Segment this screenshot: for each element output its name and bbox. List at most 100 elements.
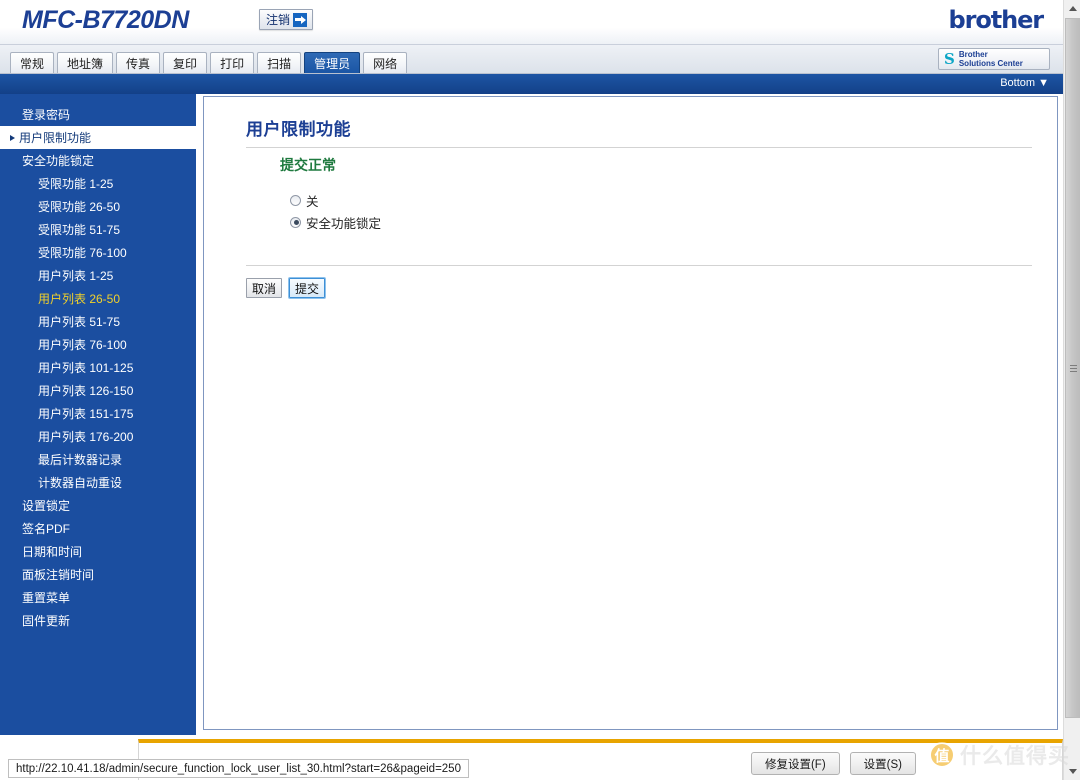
brother-logo: brother xyxy=(948,6,1045,34)
sidebar-item-2[interactable]: 安全功能锁定 xyxy=(0,149,196,172)
radio-button-icon[interactable] xyxy=(290,216,301,228)
sidebar-item-label: 用户列表 126-150 xyxy=(38,384,134,398)
scroll-up-icon[interactable] xyxy=(1064,0,1080,17)
sidebar-item-4[interactable]: 受限功能 26-50 xyxy=(0,195,196,218)
sidebar-item-3[interactable]: 受限功能 1-25 xyxy=(0,172,196,195)
sidebar-item-7[interactable]: 用户列表 1-25 xyxy=(0,264,196,287)
sidebar-item-5[interactable]: 受限功能 51-75 xyxy=(0,218,196,241)
cancel-button[interactable]: 取消 xyxy=(246,278,283,298)
sidebar-item-label: 面板注销时间 xyxy=(22,568,95,582)
tab-0[interactable]: 常规 xyxy=(10,52,55,73)
sidebar-item-14[interactable]: 用户列表 176-200 xyxy=(0,425,196,448)
sidebar-item-label: 最后计数器记录 xyxy=(38,453,123,467)
sidebar-item-17[interactable]: 设置锁定 xyxy=(0,494,196,517)
sidebar-item-21[interactable]: 重置菜单 xyxy=(0,586,196,609)
solutions-line-1: Brother xyxy=(958,50,988,59)
sidebar-item-label: 受限功能 76-100 xyxy=(38,246,127,260)
sidebar-item-12[interactable]: 用户列表 126-150 xyxy=(0,379,196,402)
sidebar-item-label: 签名PDF xyxy=(22,522,71,536)
tab-label: 扫描 xyxy=(267,56,292,71)
tab-2[interactable]: 传真 xyxy=(116,52,161,73)
tab-3[interactable]: 复印 xyxy=(163,52,208,73)
sidebar-item-label: 安全功能锁定 xyxy=(22,154,95,168)
tab-label: 传真 xyxy=(126,56,151,71)
triangle-right-icon xyxy=(10,134,15,141)
notification-buttons: 修复设置(F) 设置(S) xyxy=(750,752,916,775)
sidebar-item-label: 日期和时间 xyxy=(22,545,83,559)
settings-button[interactable]: 设置(S) xyxy=(849,752,916,775)
logout-label: 注销 xyxy=(266,13,291,27)
sidebar-item-6[interactable]: 受限功能 76-100 xyxy=(0,241,196,264)
sidebar-item-1[interactable]: 用户限制功能 xyxy=(0,126,196,149)
submit-button[interactable]: 提交 xyxy=(289,278,326,298)
bottom-anchor-link[interactable]: Bottom ▼ xyxy=(1000,77,1049,89)
app-header: MFC-B7720DN 注销 brother xyxy=(0,0,1063,45)
divider-bottom xyxy=(246,265,1032,266)
radio-label: 安全功能锁定 xyxy=(306,216,382,231)
tab-5[interactable]: 扫描 xyxy=(257,52,302,73)
tab-label: 地址簿 xyxy=(67,56,104,71)
sidebar: 登录密码用户限制功能安全功能锁定受限功能 1-25 受限功能 26-50 受限功能 … xyxy=(0,94,196,735)
blue-nav-bar: Bottom ▼ xyxy=(0,74,1063,94)
tab-label: 管理员 xyxy=(314,56,351,71)
status-bar-url: http://22.10.41.18/admin/secure_function… xyxy=(8,759,469,778)
sidebar-item-0[interactable]: 登录密码 xyxy=(0,103,196,126)
radio-option-1[interactable]: 安全功能锁定 xyxy=(290,211,381,233)
logout-button[interactable]: 注销 xyxy=(259,9,314,30)
arrow-right-icon xyxy=(293,12,308,27)
radio-label: 关 xyxy=(306,194,319,209)
sidebar-item-label: 重置菜单 xyxy=(22,591,71,605)
radio-button-icon[interactable] xyxy=(290,194,301,206)
sidebar-item-15[interactable]: 最后计数器记录 xyxy=(0,448,196,471)
action-row: 取消 提交 xyxy=(246,278,326,298)
sidebar-item-19[interactable]: 日期和时间 xyxy=(0,540,196,563)
tab-7[interactable]: 网络 xyxy=(363,52,408,73)
sidebar-item-label: 受限功能 1-25 xyxy=(38,177,114,191)
sidebar-item-label: 用户列表 1-25 xyxy=(38,269,114,283)
sidebar-item-10[interactable]: 用户列表 76-100 xyxy=(0,333,196,356)
tab-4[interactable]: 打印 xyxy=(210,52,255,73)
vertical-scrollbar[interactable] xyxy=(1063,0,1080,780)
sidebar-item-label: 用户列表 26-50 xyxy=(38,292,121,306)
sidebar-item-label: 用户列表 51-75 xyxy=(38,315,121,329)
screen: MFC-B7720DN 注销 brother 常规 地址簿 传真 复印 打印 扫描 管理员 网… xyxy=(0,0,1080,780)
sidebar-item-label: 设置锁定 xyxy=(22,499,71,513)
sidebar-item-label: 登录密码 xyxy=(22,108,71,122)
sidebar-item-22[interactable]: 固件更新 xyxy=(0,609,196,632)
brother-solutions-center-button[interactable]: S Brother Solutions Center xyxy=(938,48,1050,70)
fix-settings-button[interactable]: 修复设置(F) xyxy=(750,752,840,775)
divider-top xyxy=(246,147,1032,148)
sidebar-item-9[interactable]: 用户列表 51-75 xyxy=(0,310,196,333)
status-message: 提交正常 xyxy=(280,157,336,173)
sidebar-item-16[interactable]: 计数器自动重设 xyxy=(0,471,196,494)
sidebar-item-label: 用户列表 101-125 xyxy=(38,361,134,375)
sidebar-item-label: 受限功能 26-50 xyxy=(38,200,121,214)
user-restriction-radio-group: 关安全功能锁定 xyxy=(290,189,381,233)
sidebar-item-label: 受限功能 51-75 xyxy=(38,223,121,237)
tab-label: 网络 xyxy=(373,56,398,71)
sidebar-item-20[interactable]: 面板注销时间 xyxy=(0,563,196,586)
sidebar-item-label: 计数器自动重设 xyxy=(38,476,123,490)
page-title-model: MFC-B7720DN xyxy=(22,6,189,34)
sidebar-item-label: 用户列表 151-175 xyxy=(38,407,134,421)
tab-label: 复印 xyxy=(173,56,198,71)
tab-bar: 常规 地址簿 传真 复印 打印 扫描 管理员 网络 S Brother Solutions C… xyxy=(0,45,1063,74)
tab-label: 常规 xyxy=(20,56,45,71)
tab-1[interactable]: 地址簿 xyxy=(57,52,114,73)
scrollbar-thumb[interactable] xyxy=(1065,18,1080,718)
body-area: 登录密码 用户限制功能 安全功能锁定 受限功能 1-25 受限功能 26-50 受限功能 … xyxy=(0,94,1063,735)
sidebar-item-11[interactable]: 用户列表 101-125 xyxy=(0,356,196,379)
scroll-down-icon[interactable] xyxy=(1064,763,1080,780)
tab-6[interactable]: 管理员 xyxy=(304,52,361,73)
tab-label: 打印 xyxy=(220,56,245,71)
solutions-swirl-icon: S xyxy=(944,49,955,68)
content-panel: 用户限制功能 提交正常 关安全功能锁定 取消 提交 xyxy=(203,96,1058,730)
sidebar-item-label: 用户列表 176-200 xyxy=(38,430,134,444)
page-title: 用户限制功能 xyxy=(246,120,351,139)
sidebar-item-18[interactable]: 签名PDF xyxy=(0,517,196,540)
solutions-line-2: Solutions Center xyxy=(958,59,1023,68)
sidebar-item-13[interactable]: 用户列表 151-175 xyxy=(0,402,196,425)
radio-option-0[interactable]: 关 xyxy=(290,189,381,211)
sidebar-item-label: 固件更新 xyxy=(22,614,71,628)
sidebar-item-8[interactable]: 用户列表 26-50 xyxy=(0,287,196,310)
